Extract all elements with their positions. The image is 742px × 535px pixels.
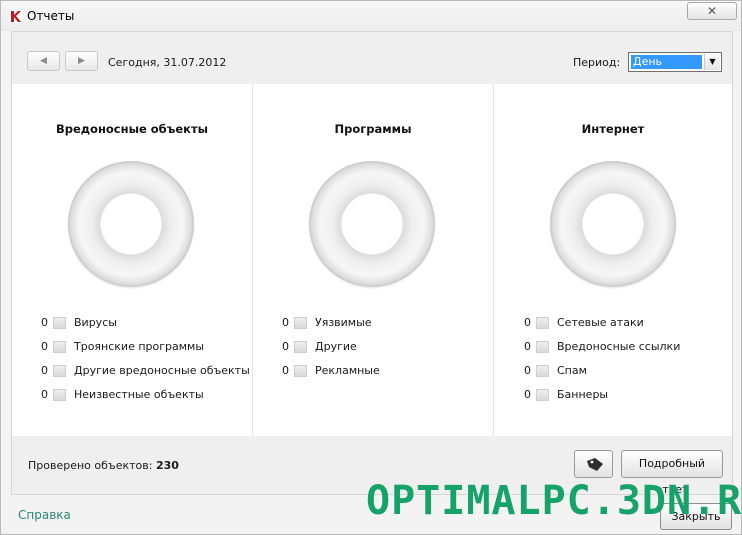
panel-malware: Вредоносные объекты 0 Вирусы 0 Троянские… [12,84,252,436]
next-period-button[interactable]: ▶ [65,51,98,71]
checked-objects-text: Проверено объектов: [28,459,153,472]
reports-content: ◀ ▶ Сегодня, 31.07.2012 Период: День ▼ В… [11,31,733,496]
period-label: Период: [573,56,621,69]
legend-label: Баннеры [557,388,609,401]
legend-count: 0 [524,388,531,401]
legend-count: 0 [524,340,531,353]
legend-count: 0 [41,388,48,401]
reports-window: Отчеты ✕ ◀ ▶ Сегодня, 31.07.2012 Период:… [0,0,742,535]
legend-label: Другие вредоносные объекты [74,364,250,377]
donut-chart [68,161,194,287]
kaspersky-logo-icon [9,10,22,23]
legend-label: Троянские программы [74,340,205,353]
legend-label: Вирусы [74,316,117,329]
report-panels: Вредоносные объекты 0 Вирусы 0 Троянские… [12,84,732,436]
legend-count: 0 [41,364,48,377]
legend-swatch [294,317,307,329]
date-label: Сегодня, 31.07.2012 [108,56,227,69]
legend-label: Сетевые атаки [557,316,644,329]
legend-label: Уязвимые [315,316,372,329]
legend-label: Рекламные [315,364,380,377]
legend-swatch [294,365,307,377]
legend-swatch [536,317,549,329]
legend-label: Вредоносные ссылки [557,340,681,353]
legend-count: 0 [41,340,48,353]
panel-programs: Программы 0 Уязвимые 0 Другие 0 Рекламны… [252,84,493,436]
tag-icon [587,458,603,471]
detailed-report-button[interactable]: Подробный отчет [621,450,723,496]
panel-title: Программы [334,122,412,136]
legend-swatch [536,341,549,353]
legend-swatch [53,341,66,353]
legend-swatch [53,317,66,329]
help-link[interactable]: Справка [18,508,71,522]
panel-internet: Интернет 0 Сетевые атаки 0 Вредоносные с… [493,84,732,436]
checked-objects-count: 230 [155,459,179,472]
legend-label: Спам [557,364,587,377]
panel-title: Интернет [581,122,645,136]
legend-count: 0 [524,316,531,329]
donut-chart [309,161,435,287]
window-close-button[interactable]: ✕ [687,2,737,20]
legend-count: 0 [282,364,289,377]
legend-swatch [53,389,66,401]
checked-objects-label: Проверено объектов: 230 [28,459,179,472]
legend-swatch [536,365,549,377]
period-selected-value: День [631,55,702,69]
donut-chart [550,161,676,287]
legend-count: 0 [282,340,289,353]
period-select[interactable]: День ▼ [628,52,722,72]
legend-count: 0 [41,316,48,329]
legend-label: Неизвестные объекты [74,388,204,401]
legend-swatch [536,389,549,401]
legend-label: Другие [315,340,357,353]
legend-count: 0 [524,364,531,377]
watermark-text: OPTIMALPC.3DN.RU [366,478,742,524]
title-bar: Отчеты ✕ [1,1,741,31]
legend-swatch [53,365,66,377]
tag-button[interactable] [574,450,613,478]
legend-count: 0 [282,316,289,329]
legend-swatch [294,341,307,353]
prev-period-button[interactable]: ◀ [27,51,60,71]
chevron-down-icon[interactable]: ▼ [704,54,720,70]
panel-title: Вредоносные объекты [55,122,209,136]
window-title: Отчеты [27,9,75,23]
